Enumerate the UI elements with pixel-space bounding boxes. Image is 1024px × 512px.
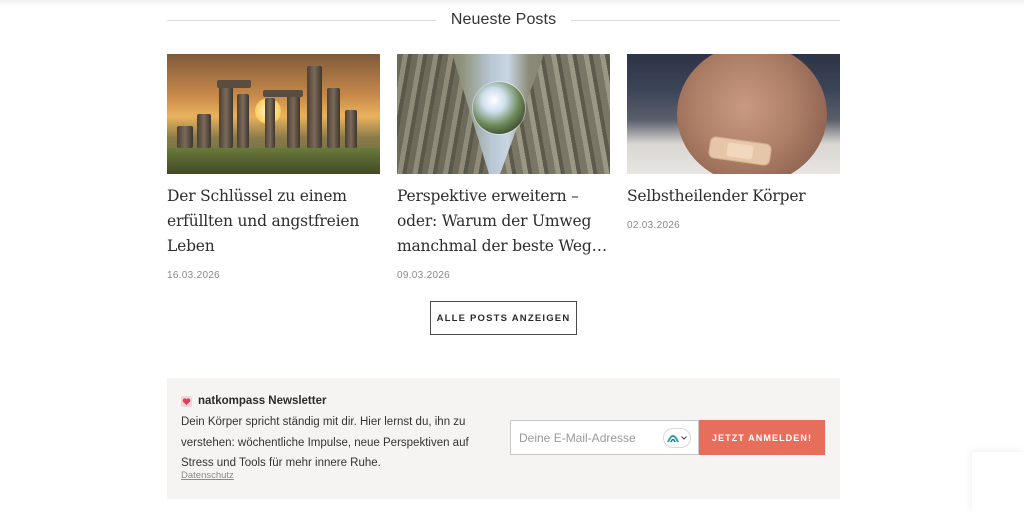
newsletter-title: natkompass Newsletter [198,395,327,407]
newsletter-box: natkompass Newsletter Dein Körper sprich… [167,378,840,499]
newsletter-header: natkompass Newsletter [181,395,326,407]
post-card[interactable]: Der Schlüssel zu einem erfüllten und ang… [167,54,380,281]
post-date: 02.03.2026 [627,220,681,231]
knee-plaster-image[interactable] [627,54,840,174]
chevron-down-icon [681,436,687,440]
post-title[interactable]: Der Schlüssel zu einem erfüllten und ang… [167,184,380,259]
post-date: 09.03.2026 [397,270,451,281]
newsletter-form: JETZT ANMELDEN! [510,420,825,455]
post-card[interactable]: Selbstheilender Körper 02.03.2026 [627,54,840,281]
post-card[interactable]: Perspektive erweitern – oder: Warum der … [397,54,610,281]
heading-rule-left [167,19,436,21]
privacy-link[interactable]: Datenschutz [181,470,234,481]
email-field-wrapper [510,420,699,455]
floating-widget[interactable] [972,452,1024,512]
glass-ball-between-trees-image[interactable] [397,54,610,174]
section-title: Neueste Posts [450,11,557,28]
subscribe-button[interactable]: JETZT ANMELDEN! [699,420,825,455]
password-manager-icon[interactable] [664,429,690,447]
password-manager-logo-icon [667,435,679,443]
post-date: 16.03.2026 [167,270,221,281]
post-title[interactable]: Selbstheilender Körper [627,184,840,209]
post-grid: Der Schlüssel zu einem erfüllten und ang… [167,54,840,281]
top-divider [0,0,1024,6]
post-title[interactable]: Perspektive erweitern – oder: Warum der … [397,184,610,259]
all-posts-button[interactable]: ALLE POSTS ANZEIGEN [430,301,577,335]
newsletter-description: Dein Körper spricht ständig mit dir. Hie… [181,416,469,469]
stonehenge-sunset-image[interactable] [167,54,380,174]
heading-rule-right [571,19,841,21]
section-heading: Neueste Posts [167,8,841,32]
email-field[interactable] [511,421,661,454]
heart-icon [181,395,192,407]
